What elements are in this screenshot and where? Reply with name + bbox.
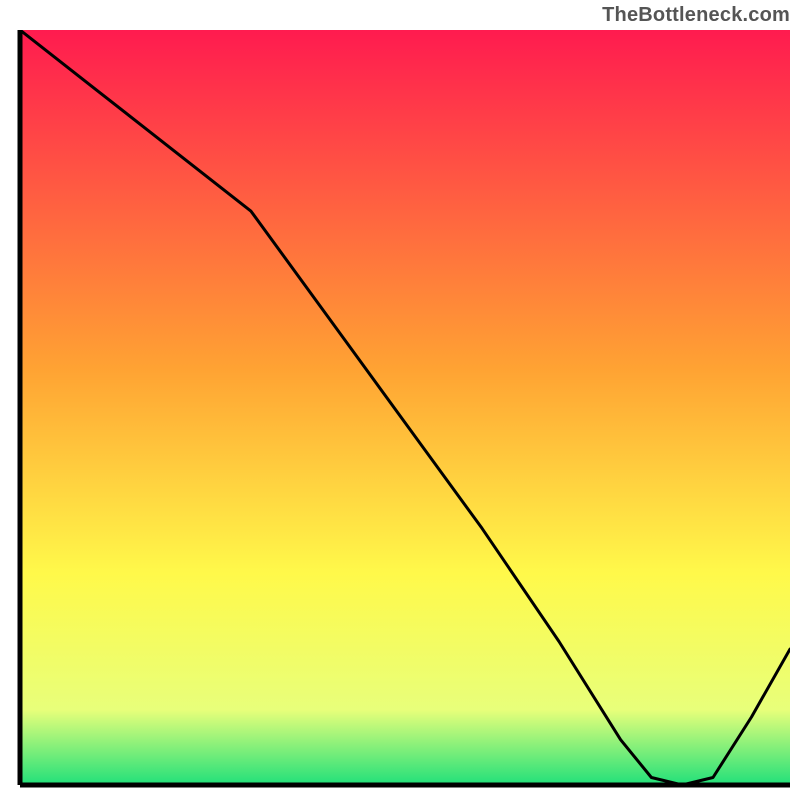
watermark-text: TheBottleneck.com bbox=[602, 4, 790, 27]
chart-container: TheBottleneck.com bbox=[0, 0, 800, 800]
chart-svg bbox=[0, 0, 800, 800]
gradient-background bbox=[20, 30, 790, 785]
